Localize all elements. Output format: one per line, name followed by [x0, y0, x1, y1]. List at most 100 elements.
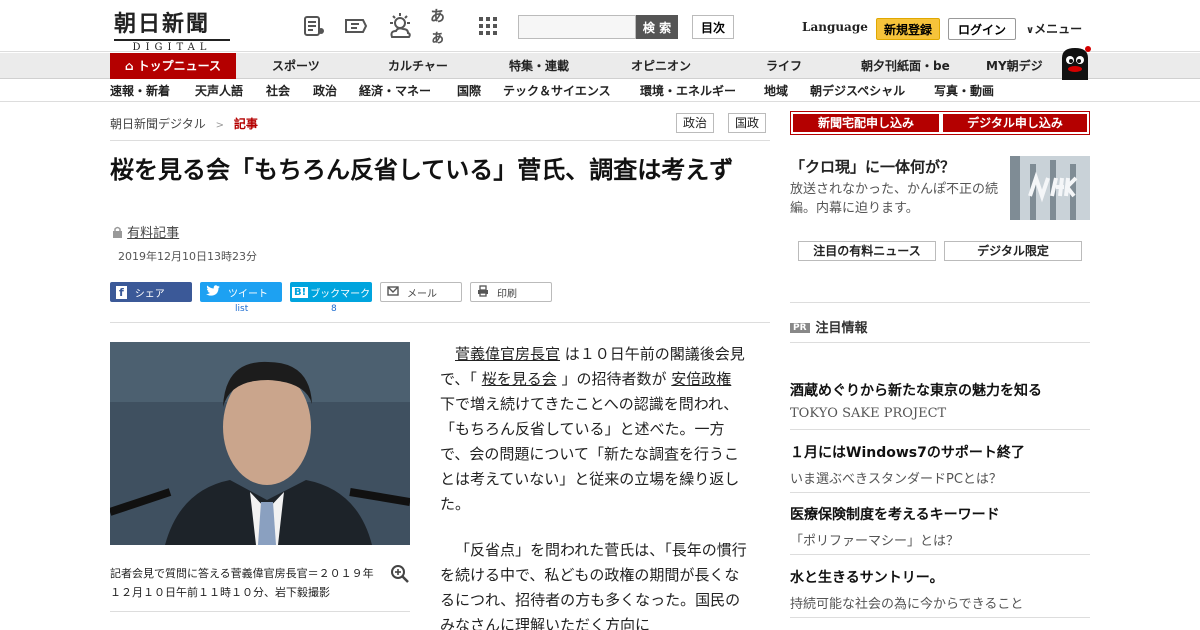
newspaper-subscribe-button[interactable]: 新聞宅配申し込み — [793, 114, 939, 132]
newspaper-icon[interactable] — [300, 12, 328, 40]
twitter-share-label: ツイート — [228, 288, 268, 300]
lock-icon — [112, 226, 127, 241]
nav-item-opinion[interactable]: オピニオン — [631, 53, 691, 79]
hatena-bookmark-button[interactable]: B! ブックマーク — [290, 282, 372, 302]
nav-item-top-news[interactable]: ⌂ トップニュース — [110, 53, 236, 79]
chevron-down-icon: ∨ — [1026, 25, 1035, 36]
menu-button[interactable]: ∨メニュー — [1026, 20, 1082, 37]
pr-item-title: 医療保険制度を考えるキーワード — [790, 507, 1000, 523]
promo-image[interactable] — [1010, 156, 1090, 220]
language-link[interactable]: Language — [802, 20, 868, 34]
link-sakura[interactable]: 桜を見る会 — [482, 370, 557, 388]
print-label: 印刷 — [497, 288, 517, 300]
article-title: 桜を見る会「もちろん反省している」菅氏、調査は考えず — [110, 156, 734, 184]
breadcrumb-current: 記事 — [233, 117, 258, 131]
twitter-count[interactable]: list — [235, 304, 248, 314]
coupon-icon[interactable] — [342, 12, 370, 40]
divider — [790, 554, 1090, 555]
hatena-icon: B! — [292, 286, 309, 298]
hatena-bookmark-label: ブックマーク — [310, 288, 371, 300]
nav2-item-tenseijingo[interactable]: 天声人語 — [195, 80, 243, 102]
nav-item-culture[interactable]: カルチャー — [388, 53, 448, 79]
nav-item-newspaper[interactable]: 朝夕刊紙面・be — [861, 53, 950, 79]
photo-caption: 記者会見で質問に答える菅義偉官房長官＝２０１９年１２月１０日午前１１時１０分、岩… — [110, 567, 374, 599]
tab-digital-only[interactable]: デジタル限定 — [944, 241, 1082, 261]
divider — [790, 429, 1090, 430]
nav2-item-region[interactable]: 地域 — [764, 80, 788, 102]
nav2-item-politics[interactable]: 政治 — [313, 80, 337, 102]
divider — [790, 302, 1090, 303]
divider — [790, 617, 1090, 618]
mail-label: メール — [407, 288, 437, 300]
nav2-item-society[interactable]: 社会 — [266, 80, 290, 102]
paid-label[interactable]: 有料記事 — [127, 226, 179, 241]
pr-item[interactable]: 医療保険制度を考えるキーワード 「ポリファーマシー」とは？ — [790, 504, 1090, 549]
facebook-share-label: シェア — [134, 288, 165, 300]
subscribe-box: 新聞宅配申し込み デジタル申し込み — [790, 111, 1090, 135]
mail-icon — [387, 285, 399, 299]
pr-item[interactable]: 水と生きるサントリー。 持続可能な社会の為に今からできること — [790, 567, 1090, 612]
menu-label: メニュー — [1034, 22, 1083, 36]
pr-item-title: １月にはWindows7のサポート終了 — [790, 445, 1025, 461]
nav-item-life[interactable]: ライフ — [766, 53, 802, 79]
pr-item[interactable]: １月にはWindows7のサポート終了 いま選ぶべきスタンダードPCとは？ — [790, 442, 1090, 487]
promo-title[interactable]: 「クロ現」に一体何が？ — [790, 156, 955, 177]
register-button[interactable]: 新規登録 — [876, 18, 940, 40]
article-date: 2019年12月10日13時23分 — [118, 250, 257, 263]
weather-icon[interactable] — [386, 12, 414, 40]
nav-item-my-asahi[interactable]: MY朝デジ — [986, 53, 1043, 79]
twitter-icon — [206, 284, 220, 300]
text-segment: 下で増え続けてきたことへの認識を問われ、「もちろん反省している」と述べた。一方で… — [440, 395, 740, 513]
twitter-share-button[interactable]: ツイート — [200, 282, 282, 302]
print-button[interactable]: 印刷 — [470, 282, 552, 302]
print-icon — [477, 284, 489, 300]
home-icon: ⌂ — [125, 59, 134, 73]
pr-item-sub: TOKYO SAKE PROJECT — [790, 406, 947, 421]
nav-item-features[interactable]: 特集・連載 — [509, 53, 569, 79]
asahi-logo[interactable]: 朝日新聞 DIGITAL — [114, 6, 230, 53]
promo-text[interactable]: 放送されなかった、かんぽ不正の続編。内幕に迫ります。 — [790, 180, 1005, 218]
digital-subscribe-button[interactable]: デジタル申し込み — [943, 114, 1087, 132]
article-paragraph-1: 菅義偉官房長官 は１０日午前の閣議後会見で、「 桜を見る会 」の招待者数が 安倍… — [440, 342, 750, 517]
nav2-item-international[interactable]: 国際 — [457, 80, 481, 102]
facebook-share-button[interactable]: f シェア — [110, 282, 192, 302]
mascot-icon[interactable] — [1058, 44, 1092, 80]
login-button[interactable]: ログイン — [948, 18, 1016, 40]
link-abe[interactable]: 安倍政権 — [671, 370, 731, 388]
secondary-nav: 速報・新着 天声人語 社会 政治 経済・マネー 国際 テック＆サイエンス 環境・… — [0, 80, 1200, 102]
search-input[interactable] — [518, 15, 636, 39]
article-paragraph-2: 「反省点」を問われた菅氏は、「長年の慣行を続ける中で、私どもの政権の期間が長くな… — [440, 541, 747, 630]
nav-item-sports[interactable]: スポーツ — [272, 53, 320, 79]
divider — [790, 342, 1090, 343]
tag-national[interactable]: 国政 — [728, 113, 767, 133]
divider — [110, 611, 410, 612]
zoom-icon[interactable] — [390, 564, 410, 589]
hatena-count[interactable]: 8 — [331, 304, 337, 314]
logo-sub: DIGITAL — [114, 39, 230, 53]
tab-paid-news[interactable]: 注目の有料ニュース — [798, 241, 936, 261]
nav2-item-special[interactable]: 朝デジスペシャル — [810, 80, 905, 102]
search-button[interactable]: 検 索 — [636, 15, 678, 39]
site-header: 朝日新聞 DIGITAL あぁ 検 索 目次 Language 新規登録 ログイ… — [0, 0, 1200, 53]
pr-item-sub: 「ポリファーマシー」とは？ — [790, 534, 960, 549]
pr-badge: PR — [790, 323, 810, 333]
grid-menu-icon[interactable] — [474, 12, 502, 40]
breadcrumb-home[interactable]: 朝日新聞デジタル — [110, 117, 206, 131]
breadcrumb-separator: > — [215, 120, 224, 131]
pr-item[interactable]: 酒蔵めぐりから新たな東京の魅力を知る TOKYO SAKE PROJECT — [790, 380, 1090, 421]
pr-item-title: 水と生きるサントリー。 — [790, 570, 944, 586]
facebook-icon: f — [116, 285, 127, 299]
nav2-item-breaking[interactable]: 速報・新着 — [110, 80, 170, 102]
mail-share-button[interactable]: メール — [380, 282, 462, 302]
nav2-item-tech[interactable]: テック＆サイエンス — [503, 80, 611, 102]
pr-item-sub: 持続可能な社会の為に今からできること — [790, 597, 1024, 612]
tag-politics[interactable]: 政治 — [676, 113, 715, 133]
primary-nav: ⌂ トップニュース スポーツ カルチャー 特集・連載 オピニオン ライフ 朝夕刊紙… — [0, 53, 1200, 79]
nav2-item-environment[interactable]: 環境・エネルギー — [640, 80, 736, 102]
contents-button[interactable]: 目次 — [692, 15, 734, 39]
font-size-icon[interactable]: あぁ — [430, 7, 458, 46]
article-photo[interactable] — [110, 342, 410, 545]
link-suga[interactable]: 菅義偉官房長官 — [455, 345, 560, 363]
nav2-item-photo[interactable]: 写真・動画 — [934, 80, 994, 102]
nav2-item-economy[interactable]: 経済・マネー — [359, 80, 431, 102]
